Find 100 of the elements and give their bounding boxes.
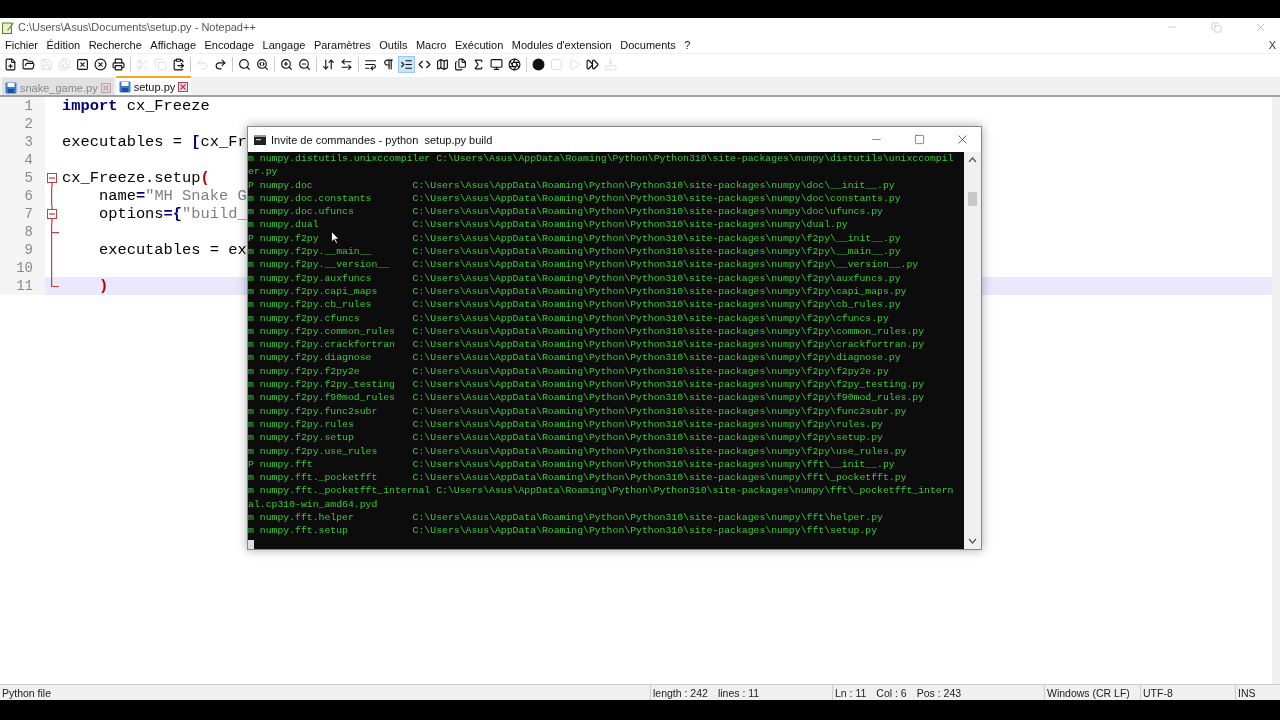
menu-item[interactable]: Outils [379, 38, 408, 51]
line-number: 3 [0, 133, 45, 151]
save-all-icon [58, 57, 71, 71]
printer-icon [112, 57, 125, 71]
play-icon [568, 57, 581, 71]
status-text: Pos : 243 [916, 686, 962, 699]
module-name: m numpy.fft._pocketfft [248, 472, 378, 484]
module-name: m numpy.f2py.__version__ [248, 259, 390, 271]
scroll-down-icon[interactable] [968, 538, 977, 544]
module-path: C:\Users\Asus\AppData\Roaming\Python\Python310\site-packages\numpy\f2py\f2py_testing.py [412, 378, 925, 392]
module-name: P numpy.f2py [248, 232, 319, 244]
toolbar-button[interactable] [110, 55, 127, 73]
module-name: m numpy.f2py.cfuncs [248, 312, 360, 324]
menu-item[interactable]: Encodage [204, 38, 255, 51]
toolbar-button[interactable] [398, 55, 415, 73]
status-text: Windows (CR LF) [1047, 686, 1130, 699]
menu-item[interactable]: Affichage [150, 38, 197, 51]
notepad-icon [2, 20, 14, 34]
word-wrap-icon [364, 57, 377, 71]
module-path: C:\Users\Asus\AppData\Roaming\Python\Python310\site-packages\numpy\f2py\__version__.py [412, 258, 919, 272]
code-line: import cx_Freeze [62, 97, 210, 115]
line-number: 10 [0, 259, 45, 277]
line-number: 2 [0, 115, 45, 133]
indent-icon [400, 57, 413, 71]
window-title: C:\Users\Asus\Documents\setup.py - Notepad++ [18, 21, 256, 33]
new-file-icon [4, 57, 17, 71]
module-path: C:\Users\Asus\AppData\Roaming\Python\Python310\site-packages\numpy\f2py\use_rules.py [412, 444, 907, 458]
folder-icon [22, 57, 35, 71]
module-path: C:\Users\Asus\AppData\Roaming\Python\Python310\site-packages\numpy\f2py\auxfuncs.py [412, 271, 901, 285]
undo-icon [196, 57, 209, 71]
scrollbar[interactable] [964, 152, 981, 549]
save-icon [40, 57, 53, 71]
module-name: m numpy.f2py.f90mod_rules [248, 392, 395, 404]
module-name: m numpy.f2py.use_rules [248, 445, 378, 457]
module-name: m numpy.f2py.__main__ [248, 246, 372, 258]
code-line: name="MH Snake G [97, 187, 247, 205]
line-number: 6 [0, 187, 45, 205]
menu-item[interactable]: ? [684, 38, 691, 51]
module-path: C:\Users\Asus\AppData\Roaming\Python\Python310\site-packages\numpy\f2py\f2py2e.py [412, 364, 889, 379]
redo-icon [214, 57, 227, 71]
console-line: al.cp310-win_amd64.pyd [248, 497, 378, 511]
stop-icon [550, 57, 563, 71]
module-path: C:\Users\Asus\AppData\Roaming\Python\Python310\site-packages\numpy\doc\constants.py [412, 191, 901, 206]
toolbar-button[interactable] [530, 55, 547, 73]
module-name: m numpy.doc.constants [248, 192, 372, 204]
zoom-out-icon [298, 57, 311, 71]
module-path: C:\Users\Asus\AppData\Roaming\Python\Python310\site-packages\numpy\f2py\setup.py [412, 431, 883, 445]
floppy-icon [118, 80, 131, 93]
code-line: ) [97, 277, 109, 295]
menu-item[interactable]: Recherche [88, 38, 142, 51]
documents-icon [454, 57, 467, 71]
fast-forward-icon [586, 57, 599, 71]
clipboard-icon [172, 57, 185, 71]
zoom-in-icon [280, 57, 293, 71]
console-line: er.py [248, 165, 278, 179]
scissors-icon [136, 57, 149, 71]
module-name: m numpy.distutils.unixccompiler [248, 153, 431, 164]
menu-item[interactable]: Paramètres [313, 38, 371, 51]
module-path: C:\Users\Asus\AppData\Roaming\Python\Python310\site-packages\numpy\doc\ufuncs.py [412, 205, 883, 219]
module-path: C:\Users\Asus\AppData\Roaming\Python\Python310\site-packages\numpy\f2py\f90mod_rules.py [412, 391, 925, 405]
save-macro-icon [604, 57, 617, 71]
module-name: m numpy.f2py.f2py2e [248, 365, 360, 377]
status-text: INS [1238, 686, 1256, 699]
menu-item[interactable]: Documents [620, 38, 676, 51]
status-text: lines : 11 [717, 686, 760, 699]
module-name: m numpy.f2py.common_rules [248, 325, 395, 337]
monitor-icon [490, 57, 503, 71]
pilcrow-icon [382, 57, 395, 71]
line-number: 1 [0, 97, 45, 115]
toolbar-button[interactable] [452, 55, 469, 73]
toolbar-button[interactable] [92, 55, 109, 73]
menu-item[interactable]: Édition [46, 38, 81, 51]
line-number: 11 [0, 277, 45, 295]
close-document-button[interactable]: X [1268, 38, 1276, 51]
module-path: C:\Users\Asus\AppData\Roaming\Python\Python310\site-packages\numpy\fft\_pocketfft_intern [436, 484, 954, 498]
module-path: C:\Users\Asus\AppData\Roaming\Python\Python310\site-packages\numpy\f2py\diagnose.py [412, 351, 901, 365]
module-name: m numpy.fft.setup [248, 525, 348, 537]
restore-icon [1210, 21, 1222, 33]
file-tab[interactable]: setup.py [115, 76, 192, 95]
toolbar-button[interactable] [506, 55, 523, 73]
fold-toggle-icon[interactable] [47, 205, 57, 223]
status-text: length : 242 [653, 686, 708, 699]
horizontal-arrows-icon [340, 57, 353, 71]
menu-item[interactable]: Langage [262, 38, 306, 51]
floppy-icon [5, 81, 17, 94]
menu-item[interactable]: Modules d'extension [511, 38, 612, 51]
scroll-thumb[interactable] [968, 192, 977, 206]
copy-icon [154, 57, 167, 71]
scroll-up-icon[interactable] [968, 157, 977, 163]
menu-item[interactable]: Fichier [5, 38, 38, 51]
close-icon[interactable] [178, 81, 189, 92]
text-cursor [248, 539, 254, 549]
vertical-arrows-icon [322, 57, 335, 71]
module-name: m numpy.f2py.rules [248, 418, 354, 430]
menu-item[interactable]: Macro [415, 38, 447, 51]
module-name: P numpy.doc [248, 179, 313, 191]
module-path: C:\Users\Asus\AppData\Roaming\Python\Python310\site-packages\numpy\f2py\capi_maps.py [412, 284, 907, 299]
module-name: m numpy.f2py.f2py_testing [248, 379, 395, 391]
module-path: C:\Users\Asus\AppData\Roaming\Python\Python310\site-packages\numpy\dual.py [412, 218, 848, 232]
menu-item[interactable]: Exécution [454, 38, 504, 51]
